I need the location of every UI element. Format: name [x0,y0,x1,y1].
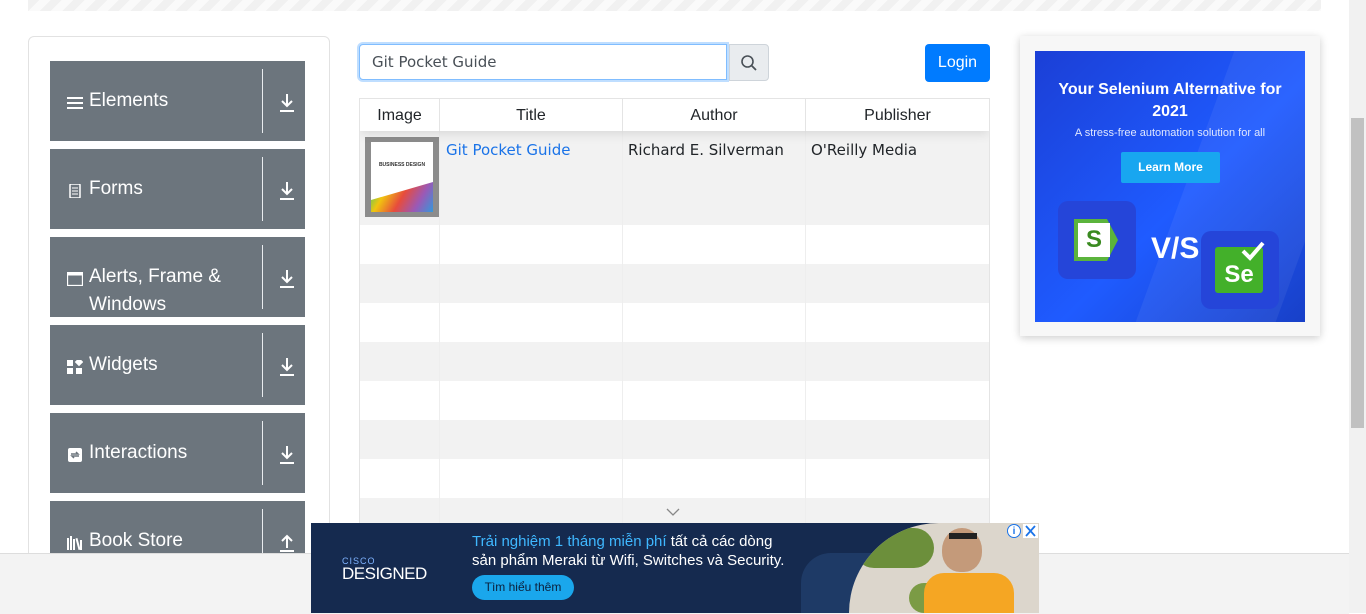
table-row: BUSINESS DESIGN Git Pocket Guide Richard… [360,131,989,225]
widgets-icon [67,360,83,374]
ad-line2-text: sản phẩm Meraki từ Wifi, Switches và Sec… [472,552,785,569]
advertisement-right[interactable]: Your Selenium Alternative for 2021 A str… [1020,36,1320,336]
top-banner-strip [28,0,1321,11]
table-row [360,459,989,498]
sidebar-group-label: Forms [89,178,143,199]
ad-logo-right: Se [1201,231,1279,309]
close-icon [1025,525,1036,537]
ad-cta-button[interactable]: Tìm hiểu thêm [472,575,574,600]
sidebar-group-alerts[interactable]: Alerts, Frame & Windows [50,237,305,317]
advertisement-bottom[interactable]: CISCO DESIGNED Trải nghiệm 1 tháng miễn … [311,523,1039,613]
search-icon [741,55,757,71]
upload-icon[interactable] [278,531,296,553]
sync-icon [68,448,82,462]
ad-headline: Your Selenium Alternative for 2021 [1058,81,1282,120]
column-header-publisher[interactable]: Publisher [806,99,989,131]
sidebar-group-elements[interactable]: Elements [50,61,305,141]
page-scrollbar-thumb[interactable] [1351,118,1364,428]
column-header-author[interactable]: Author [623,99,806,131]
download-icon[interactable] [278,179,296,201]
table-row [360,303,989,342]
ad-banner[interactable]: Your Selenium Alternative for 2021 A str… [1035,51,1305,322]
table-row [360,381,989,420]
table-row [360,264,989,303]
sidebar-group-label: Book Store [89,530,183,551]
bars-icon [67,97,83,109]
download-icon[interactable] [278,355,296,377]
table-row [360,225,989,264]
search-button[interactable] [729,44,769,81]
login-button[interactable]: Login [925,44,990,82]
book-author: Richard E. Silverman [628,141,784,159]
chevron-down-icon[interactable] [666,507,680,517]
window-icon [67,272,83,286]
table-row [360,342,989,381]
file-icon [69,184,81,198]
book-publisher: O'Reilly Media [811,141,918,159]
download-icon[interactable] [278,91,296,113]
column-header-title[interactable]: Title [440,99,623,131]
ad-line1-text: tất cả các dòng [666,533,773,550]
ad-info-icon[interactable]: i [1007,524,1021,538]
ad-subline: A stress-free automation solution for al… [1074,127,1266,139]
sidebar-group-interactions[interactable]: Interactions [50,413,305,493]
sidebar-group-label: Alerts, Frame & Windows [89,266,221,315]
ad-highlight-text: Trải nghiệm 1 tháng miễn phí [472,533,667,550]
sidebar-group-forms[interactable]: Forms [50,149,305,229]
ad-learn-more-button[interactable]: Learn More [1121,152,1220,183]
checkmark-icon [1241,241,1265,261]
book-cover-image: BUSINESS DESIGN [365,137,439,217]
sidebar-group-widgets[interactable]: Widgets [50,325,305,405]
ad-logo-left: S [1058,201,1136,279]
books-icon [67,536,82,550]
books-table: Image Title Author Publisher BUSINESS DE… [359,98,990,553]
sidebar-group-label: Widgets [89,354,158,375]
book-title-link[interactable]: Git Pocket Guide [446,141,570,159]
table-row [360,420,989,459]
sidebar-group-label: Elements [89,90,169,111]
ad-close-button[interactable] [1023,524,1038,538]
table-header: Image Title Author Publisher [360,99,989,131]
cover-text: BUSINESS DESIGN [378,162,426,168]
ad-vs-text: V/S [1151,232,1200,265]
sidebar-group-label: Interactions [89,442,188,463]
download-icon[interactable] [278,267,296,289]
download-icon[interactable] [278,443,296,465]
column-header-image[interactable]: Image [360,99,440,131]
search-input[interactable] [359,44,727,80]
brand-text: DESIGNED [342,564,427,583]
